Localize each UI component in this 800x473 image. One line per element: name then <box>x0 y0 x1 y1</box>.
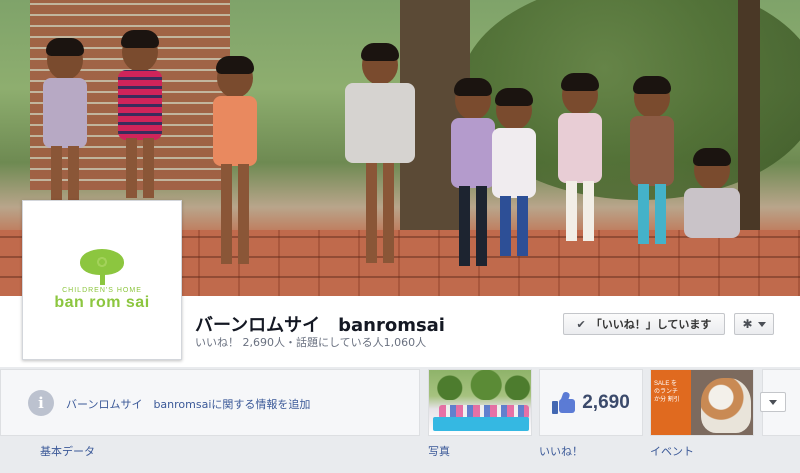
banromsai-logo: CHILDREN'S HOME ban rom sai <box>27 205 177 355</box>
photos-tile[interactable] <box>428 369 532 436</box>
thumbs-up-icon <box>552 390 576 414</box>
profile-picture[interactable]: CHILDREN'S HOME ban rom sai <box>22 200 182 360</box>
logo-wordmark: ban rom sai <box>54 293 150 311</box>
cat-thumbnail <box>701 378 751 433</box>
likes-count: 2,690 <box>582 391 630 413</box>
child-figure <box>627 76 677 263</box>
chevron-down-icon <box>769 399 777 405</box>
child-figure <box>210 56 260 273</box>
child-figure <box>345 43 415 270</box>
tab-events[interactable]: イベント <box>650 443 694 459</box>
child-figure <box>40 38 90 210</box>
child-figure <box>555 73 605 260</box>
tab-basic-data[interactable]: 基本データ <box>40 443 95 459</box>
facebook-page: CHILDREN'S HOME ban rom sai バーンロムサイ banr… <box>0 0 800 473</box>
add-info-link[interactable]: バーンロムサイ banromsaiに関する情報を追加 <box>66 396 310 412</box>
child-figure <box>115 30 165 202</box>
tab-likes[interactable]: いいね！ <box>539 443 583 459</box>
expand-apps-button[interactable] <box>760 392 786 412</box>
page-stats: いいね！ 2,690人・話題にしている人1,060人 <box>195 336 427 349</box>
likes-tile[interactable]: 2,690 <box>539 369 643 436</box>
liked-label: 「いいね！」しています <box>590 318 712 331</box>
child-figure <box>492 88 536 260</box>
logo-subtitle: CHILDREN'S HOME <box>62 286 142 294</box>
chevron-down-icon <box>757 321 766 327</box>
liked-button[interactable]: ✔ 「いいね！」しています <box>563 313 725 335</box>
tree-logo-icon <box>76 248 128 285</box>
checkmark-icon: ✔ <box>576 317 586 331</box>
pool-thumbnail <box>433 417 529 431</box>
tab-photos[interactable]: 写真 <box>428 443 450 459</box>
settings-menu-button[interactable]: ✱ <box>734 313 774 335</box>
info-icon: i <box>28 390 54 416</box>
child-figure <box>448 78 498 270</box>
events-tile[interactable]: SALE を のランチ か分 割引 <box>650 369 754 436</box>
child-figure <box>682 148 742 250</box>
sale-poster-text: SALE を のランチ か分 割引 <box>654 381 680 403</box>
gear-icon: ✱ <box>742 317 753 331</box>
